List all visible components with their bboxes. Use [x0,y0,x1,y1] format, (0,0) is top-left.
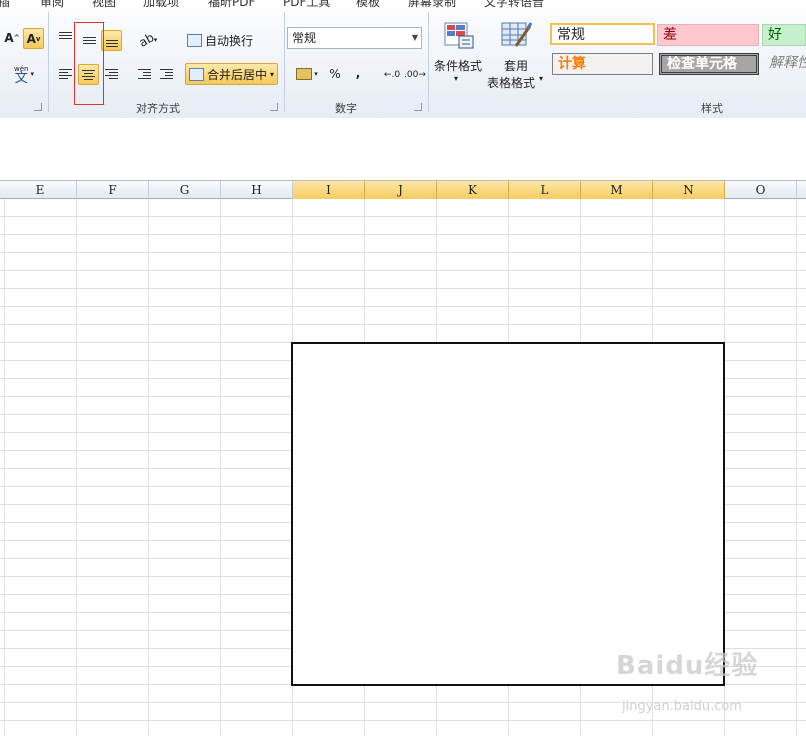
number-format-select[interactable]: 常规 ▼ [287,27,422,49]
conditional-format-label[interactable]: 条件格式 [434,57,482,74]
number-dialog-launcher-icon[interactable] [414,103,422,111]
comma-style-button[interactable]: , [348,63,368,83]
orientation-icon[interactable]: ab ▾ [135,30,161,50]
column-header-e[interactable]: E [4,181,77,199]
column-header-j[interactable]: J [365,181,437,199]
alignment-dialog-launcher-icon[interactable] [270,103,278,111]
merged-cell[interactable] [291,342,725,686]
style-explanatory[interactable]: 解释性 [764,53,806,75]
column-header-h[interactable]: H [221,181,293,199]
wrap-text-button[interactable]: 自动换行 [187,30,253,50]
increase-font-icon[interactable]: A ^ [2,28,22,48]
style-calculation[interactable]: 计算 [552,53,653,75]
ribbon: A ^ Av wén 文 ▾ ab ▾ 自动换行 合并后居中 ▾ 对齐方式 常规… [0,8,806,119]
menu-item-review[interactable]: 审阅 [40,0,64,8]
number-format-value: 常规 [292,31,317,45]
separator [428,12,429,112]
chevron-down-icon: ▼ [411,33,418,42]
formula-area [0,118,806,180]
column-header-bar: E F G H I J K L M N O [0,180,806,199]
increase-decimal-icon[interactable]: ←.0 [381,65,403,85]
top-align-icon[interactable] [55,28,75,48]
grid-row-line [0,216,806,217]
merge-center-label: 合并后居中 [207,67,268,82]
menu-item-pdf-tools[interactable]: PDF工具 [283,0,330,8]
grid-row-line [0,252,806,253]
conditional-format-icon[interactable] [443,20,475,50]
number-group-label: 数字 [335,102,357,115]
increase-indent-icon[interactable] [156,64,176,84]
menu-item-insert[interactable]: 插 [0,0,10,8]
bottom-align-icon[interactable] [101,30,122,51]
styles-group-label: 样式 [701,102,723,115]
format-as-table-icon[interactable] [500,20,533,50]
chevron-down-icon[interactable]: ▾ [270,70,274,79]
grid-row-line [0,306,806,307]
column-header-k[interactable]: K [437,181,509,199]
merge-center-icon [189,67,204,81]
separator [284,12,285,112]
column-header-i[interactable]: I [293,181,365,199]
menu-bar: 插 审阅 视图 加载项 福昕PDF PDF工具 模板 屏幕录制 文字转语音 [0,0,806,8]
grid-row-line [0,270,806,271]
font-dialog-launcher-icon[interactable] [34,103,42,111]
watermark-url: jingyan.baidu.com [622,699,742,714]
merge-center-button[interactable]: 合并后居中 ▾ [185,63,279,85]
align-left-icon[interactable] [55,64,75,84]
decrease-font-icon[interactable]: Av [23,28,44,49]
watermark-brand: Baidu经验 [616,651,759,681]
style-good[interactable]: 好 [762,24,806,46]
phonetic-guide-icon[interactable]: wén 文 ▾ [8,64,40,85]
style-bad[interactable]: 差 [657,24,759,46]
decrease-decimal-icon[interactable]: .00→ [404,65,426,85]
accounting-format-icon[interactable]: ▾ [292,64,322,84]
menu-item-view[interactable]: 视图 [92,0,116,8]
highlight-box [74,22,104,105]
align-right-icon[interactable] [101,64,121,84]
style-check-cell[interactable]: 检查单元格 [659,53,759,75]
menu-item-tts[interactable]: 文字转语音 [484,0,544,8]
column-header-n[interactable]: N [653,181,725,199]
column-header-f[interactable]: F [77,181,149,199]
menu-item-templates[interactable]: 模板 [356,0,380,8]
style-normal[interactable]: 常规 [550,23,655,45]
chevron-down-icon[interactable]: ▾ [454,74,458,83]
chevron-down-icon[interactable]: ▾ [539,74,543,83]
menu-item-screen-record[interactable]: 屏幕录制 [408,0,456,8]
alignment-group-label: 对齐方式 [136,102,180,115]
grid-row-line [0,324,806,325]
watermark: Baidu经验 jingyan.baidu.com [616,645,766,725]
menu-item-foxit-pdf[interactable]: 福昕PDF [208,0,255,8]
grid-row-line [0,234,806,235]
percent-button[interactable]: % [325,64,345,84]
column-header-o[interactable]: O [725,181,797,199]
separator [48,12,49,112]
menu-item-addins[interactable]: 加载项 [143,0,179,8]
column-header-m[interactable]: M [581,181,653,199]
format-as-table-label-1[interactable]: 套用 [504,57,528,74]
column-header-g[interactable]: G [149,181,221,199]
decrease-indent-icon[interactable] [134,64,154,84]
grid-row-line [0,288,806,289]
column-header-l[interactable]: L [509,181,581,199]
format-as-table-label-2[interactable]: 表格格式 [487,74,535,91]
wrap-text-icon [187,33,202,47]
wrap-text-label: 自动换行 [205,33,254,48]
